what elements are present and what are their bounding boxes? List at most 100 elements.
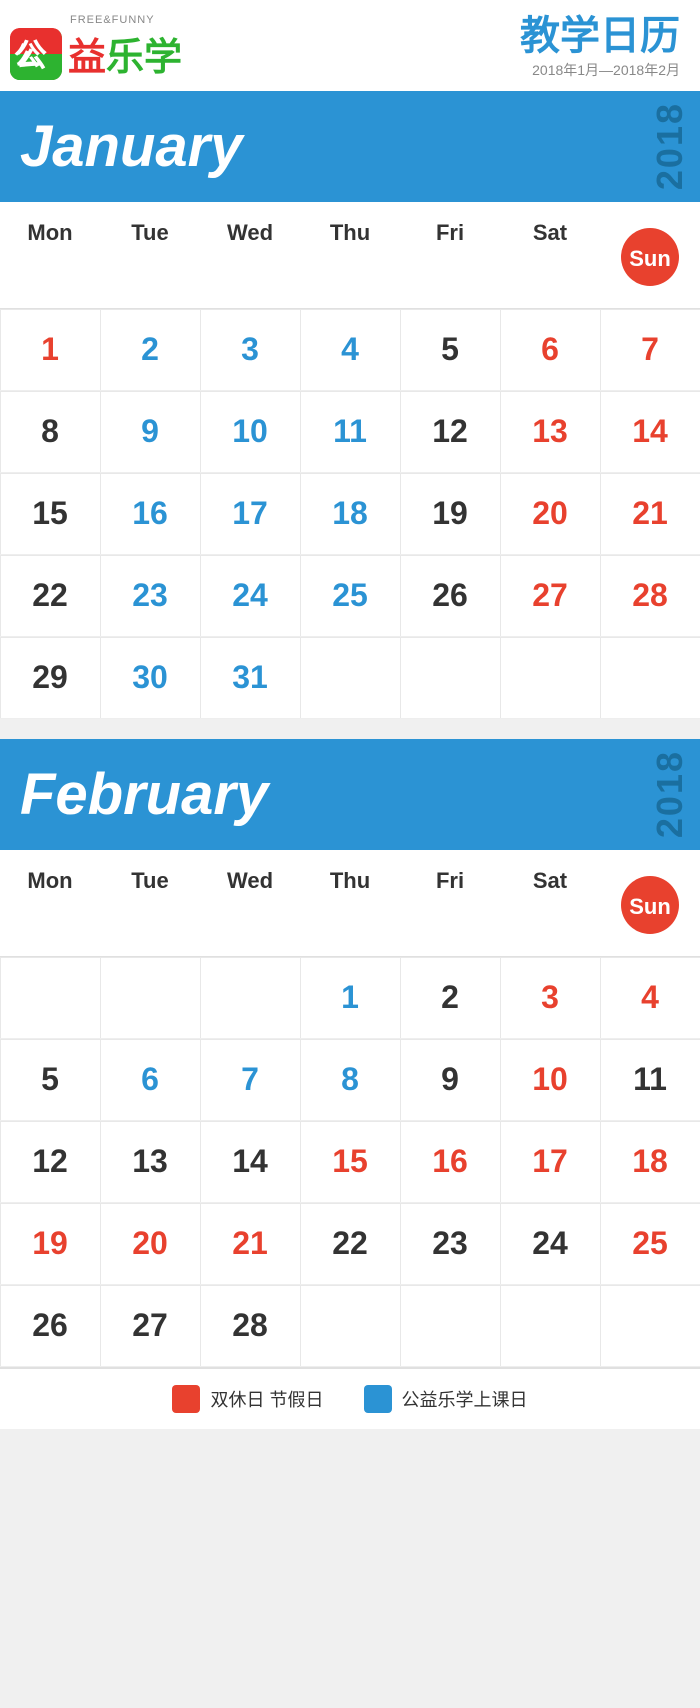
legend: 双休日 节假日 公益乐学上课日 (0, 1367, 700, 1429)
jan-header-thu: Thu (300, 202, 400, 308)
jan-sun-badge: Sun (621, 228, 679, 286)
feb-header-mon: Mon (0, 850, 100, 956)
feb-day-27: 27 (100, 1285, 200, 1366)
feb-day-17: 17 (500, 1121, 600, 1202)
january-header: January 2018 (0, 91, 700, 202)
feb-day-10: 10 (500, 1039, 600, 1120)
legend-item-2: 公益乐学上课日 (364, 1385, 528, 1413)
feb-day-18: 18 (600, 1121, 700, 1202)
jan-day-2: 2 (100, 309, 200, 390)
feb-empty-2 (100, 957, 200, 1038)
jan-empty-1 (300, 637, 400, 718)
jan-day-10: 10 (200, 391, 300, 472)
feb-day-16: 16 (400, 1121, 500, 1202)
feb-day-6: 6 (100, 1039, 200, 1120)
jan-day-13: 13 (500, 391, 600, 472)
logo-area: FREE&FUNNY 公 益乐学 (10, 14, 182, 81)
feb-empty-5 (400, 1285, 500, 1366)
feb-day-22: 22 (300, 1203, 400, 1284)
jan-week-5: 29 30 31 (0, 637, 700, 719)
january-day-headers: Mon Tue Wed Thu Fri Sat Sun (0, 202, 700, 309)
svg-text:公: 公 (15, 37, 47, 73)
jan-day-3: 3 (200, 309, 300, 390)
feb-day-23: 23 (400, 1203, 500, 1284)
jan-day-26: 26 (400, 555, 500, 636)
jan-day-25: 25 (300, 555, 400, 636)
title-date: 2018年1月—2018年2月 (520, 60, 680, 80)
jan-day-29: 29 (0, 637, 100, 718)
jan-day-16: 16 (100, 473, 200, 554)
feb-day-28: 28 (200, 1285, 300, 1366)
jan-day-18: 18 (300, 473, 400, 554)
legend-color-orange (172, 1385, 200, 1413)
january-calendar: Mon Tue Wed Thu Fri Sat Sun 1 2 3 4 5 6 … (0, 202, 700, 719)
january-year-text: 2018 (649, 102, 691, 190)
jan-day-19: 19 (400, 473, 500, 554)
jan-day-23: 23 (100, 555, 200, 636)
jan-empty-4 (600, 637, 700, 718)
logo-svg: 公 (10, 28, 62, 80)
feb-header-wed: Wed (200, 850, 300, 956)
feb-day-12: 12 (0, 1121, 100, 1202)
feb-week-2: 5 6 7 8 9 10 11 (0, 1039, 700, 1121)
jan-day-20: 20 (500, 473, 600, 554)
jan-day-15: 15 (0, 473, 100, 554)
feb-day-19: 19 (0, 1203, 100, 1284)
jan-day-14: 14 (600, 391, 700, 472)
feb-day-15: 15 (300, 1121, 400, 1202)
jan-week-3: 15 16 17 18 19 20 21 (0, 473, 700, 555)
jan-empty-2 (400, 637, 500, 718)
jan-day-11: 11 (300, 391, 400, 472)
logo-cn-text: 益乐学 (68, 26, 182, 81)
feb-header-thu: Thu (300, 850, 400, 956)
feb-day-24: 24 (500, 1203, 600, 1284)
feb-sun-badge: Sun (621, 876, 679, 934)
jan-header-sun: Sun (600, 202, 700, 308)
jan-day-4: 4 (300, 309, 400, 390)
feb-empty-6 (500, 1285, 600, 1366)
jan-day-9: 9 (100, 391, 200, 472)
feb-header-sun: Sun (600, 850, 700, 956)
jan-day-28: 28 (600, 555, 700, 636)
february-calendar: Mon Tue Wed Thu Fri Sat Sun 1 2 3 4 5 6 … (0, 850, 700, 1367)
feb-day-7: 7 (200, 1039, 300, 1120)
jan-day-30: 30 (100, 637, 200, 718)
jan-header-tue: Tue (100, 202, 200, 308)
feb-day-9: 9 (400, 1039, 500, 1120)
page-header: FREE&FUNNY 公 益乐学 教学日历 2018年1月—2018年2月 (0, 0, 700, 91)
feb-day-1: 1 (300, 957, 400, 1038)
jan-day-31: 31 (200, 637, 300, 718)
february-year-text: 2018 (649, 750, 691, 838)
jan-header-fri: Fri (400, 202, 500, 308)
feb-header-fri: Fri (400, 850, 500, 956)
february-header: February 2018 (0, 739, 700, 850)
feb-empty-7 (600, 1285, 700, 1366)
feb-day-5: 5 (0, 1039, 100, 1120)
feb-week-1: 1 2 3 4 (0, 957, 700, 1039)
logo-funny-text: FREE&FUNNY (70, 14, 155, 26)
legend-color-blue (364, 1385, 392, 1413)
feb-day-25: 25 (600, 1203, 700, 1284)
jan-empty-3 (500, 637, 600, 718)
feb-day-13: 13 (100, 1121, 200, 1202)
jan-day-22: 22 (0, 555, 100, 636)
february-year-rotated: 2018 (640, 739, 700, 850)
feb-week-5: 26 27 28 (0, 1285, 700, 1367)
jan-header-mon: Mon (0, 202, 100, 308)
jan-week-1: 1 2 3 4 5 6 7 (0, 309, 700, 391)
feb-day-11: 11 (600, 1039, 700, 1120)
feb-day-20: 20 (100, 1203, 200, 1284)
feb-header-tue: Tue (100, 850, 200, 956)
feb-day-14: 14 (200, 1121, 300, 1202)
logo-icon: 公 (10, 28, 62, 80)
feb-empty-1 (0, 957, 100, 1038)
jan-header-wed: Wed (200, 202, 300, 308)
logo-main: 公 益乐学 (10, 26, 182, 81)
feb-day-8: 8 (300, 1039, 400, 1120)
title-cn: 教学日历 (520, 16, 680, 56)
jan-week-4: 22 23 24 25 26 27 28 (0, 555, 700, 637)
feb-empty-3 (200, 957, 300, 1038)
feb-empty-4 (300, 1285, 400, 1366)
legend-item-1: 双休日 节假日 (172, 1385, 323, 1413)
feb-day-3: 3 (500, 957, 600, 1038)
